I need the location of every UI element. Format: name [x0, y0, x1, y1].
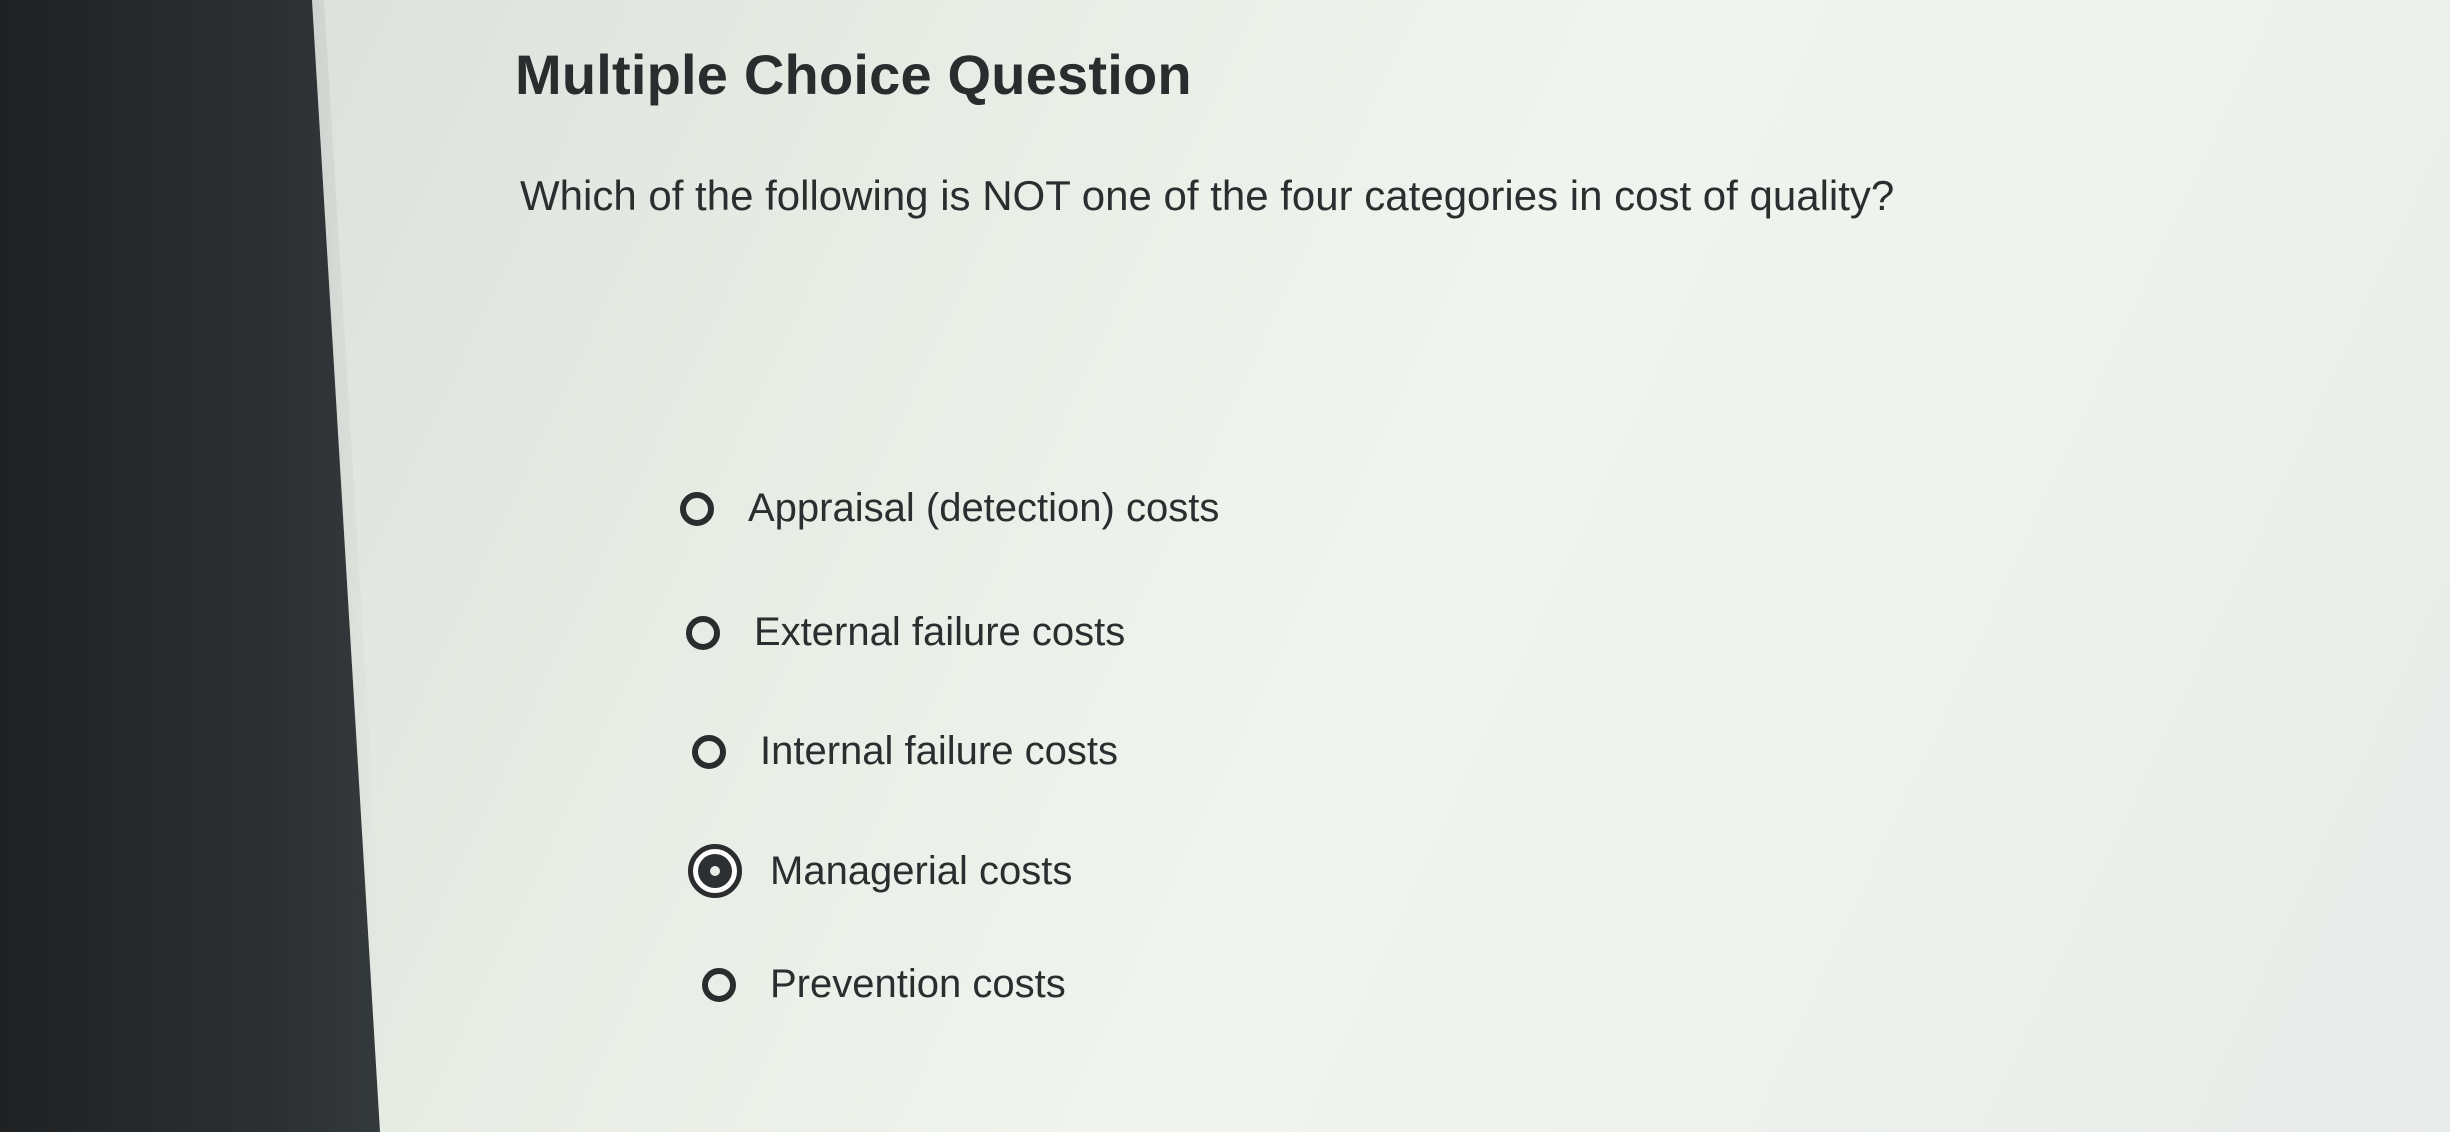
radio-unselected-icon[interactable] — [702, 967, 736, 1002]
option-internal-failure[interactable]: Internal failure costs — [692, 729, 1118, 774]
radio-selected-icon[interactable] — [688, 844, 742, 898]
option-appraisal[interactable]: Appraisal (detection) costs — [680, 486, 1219, 531]
radio-unselected-icon[interactable] — [680, 491, 714, 526]
radio-unselected-icon[interactable] — [686, 615, 720, 650]
question-panel: Multiple Choice Question Which of the fo… — [0, 0, 2450, 1132]
option-external-failure[interactable]: External failure costs — [686, 610, 1125, 655]
photo-stage: Multiple Choice Question Which of the fo… — [0, 0, 2450, 1132]
option-label: Internal failure costs — [760, 729, 1118, 773]
option-label: Prevention costs — [770, 962, 1066, 1006]
radio-unselected-icon[interactable] — [692, 734, 726, 769]
option-prevention[interactable]: Prevention costs — [702, 962, 1066, 1007]
option-label: Managerial costs — [770, 848, 1073, 893]
option-managerial[interactable]: Managerial costs — [688, 844, 1072, 898]
answer-options: Appraisal (detection) costs External fai… — [0, 0, 2450, 1132]
option-label: Appraisal (detection) costs — [748, 486, 1220, 530]
option-label: External failure costs — [754, 610, 1126, 654]
